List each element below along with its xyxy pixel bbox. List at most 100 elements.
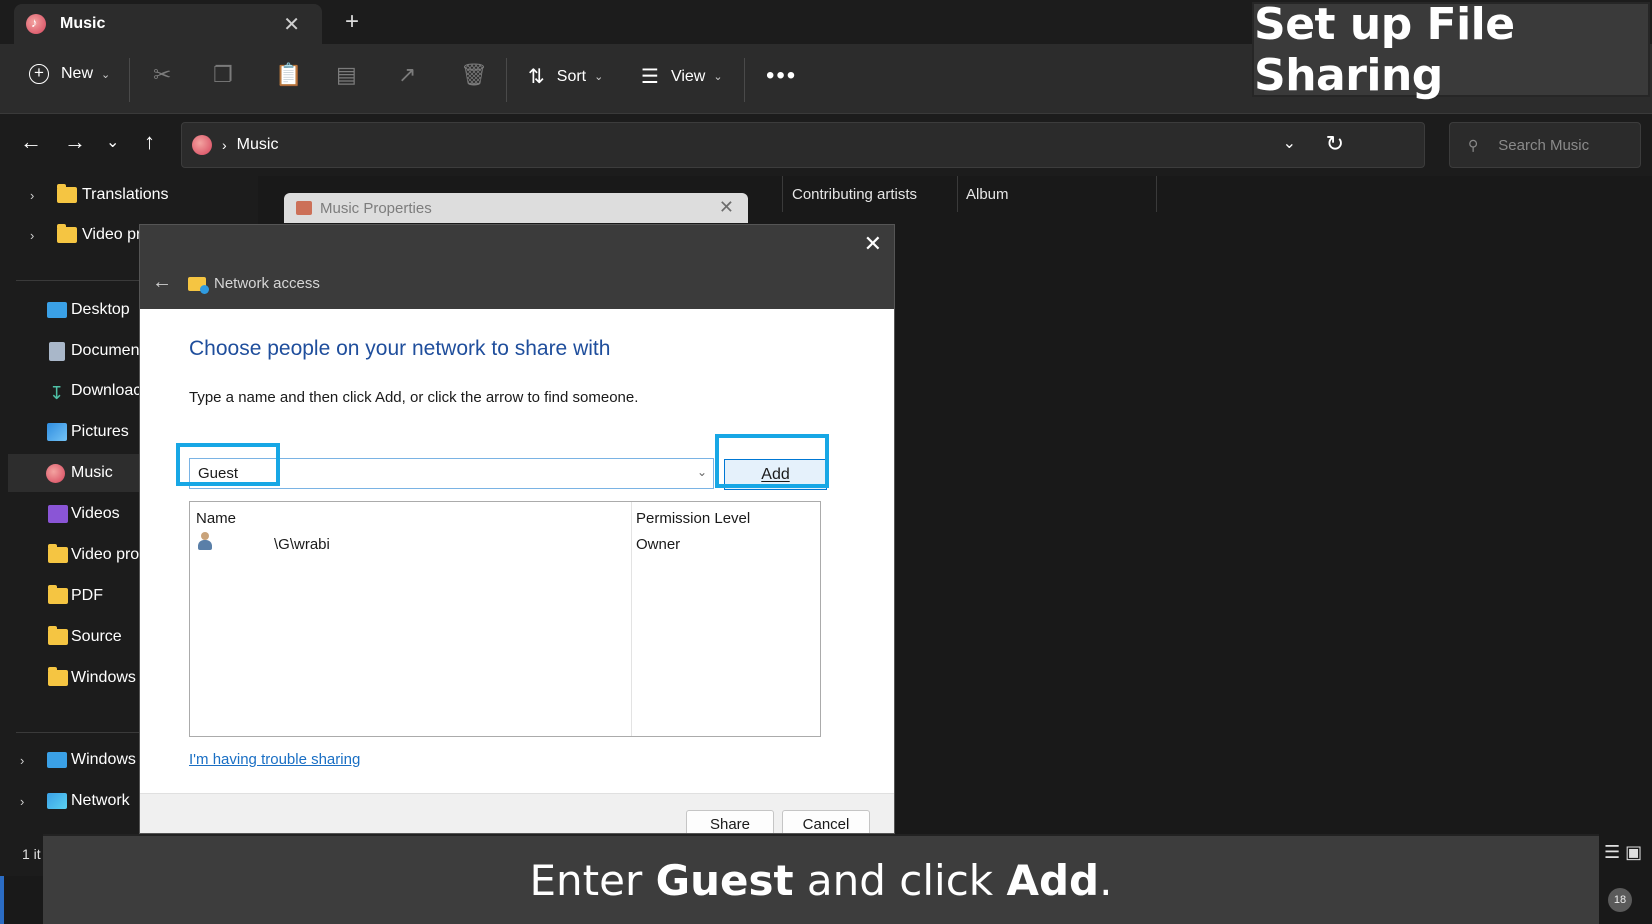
sidebar-item-label: Music xyxy=(71,464,113,481)
address-dropdown-icon[interactable]: ⌄ xyxy=(1283,133,1296,153)
sidebar-item-label: Source xyxy=(71,628,122,645)
row-user-name[interactable]: \G\wrabi xyxy=(274,536,330,553)
sidebar-item-label: Video pr xyxy=(82,226,142,243)
sidebar-item-label: Network xyxy=(71,792,130,809)
new-label: New xyxy=(61,65,94,82)
share-icon[interactable]: ↗ xyxy=(398,62,416,88)
address-bar[interactable]: › Music ⌄ ↻ xyxy=(181,122,1425,168)
download-icon: ↧ xyxy=(49,383,65,403)
sidebar-item-label: Video pro xyxy=(71,546,140,563)
chevron-down-icon: ⌄ xyxy=(713,71,723,83)
row-permission[interactable]: Owner xyxy=(636,536,680,553)
trouble-sharing-link[interactable]: I'm having trouble sharing xyxy=(189,751,360,768)
column-permission-level: Permission Level xyxy=(636,510,751,527)
tab-title: Music xyxy=(60,15,106,32)
copy-icon[interactable]: ❐ xyxy=(213,62,233,88)
sidebar-item-label: Translations xyxy=(82,186,169,203)
dialog-breadcrumb: Network access xyxy=(214,275,320,292)
folder-icon xyxy=(57,224,77,243)
up-arrow-icon[interactable]: ↑ xyxy=(144,129,155,155)
search-box[interactable]: ⚲ Search Music xyxy=(1449,122,1641,168)
expand-chevron-icon: › xyxy=(30,227,35,243)
recent-chevron-icon[interactable]: ⌄ xyxy=(106,132,119,152)
sort-label: Sort xyxy=(556,67,587,85)
music-icon xyxy=(26,14,46,34)
cut-icon[interactable]: ✂ xyxy=(153,62,171,88)
expand-chevron-icon: › xyxy=(20,793,25,809)
user-icon xyxy=(198,532,212,550)
sidebar-item-label: Windows xyxy=(71,669,136,686)
toolbar-divider xyxy=(506,58,507,102)
dialog-heading: Choose people on your network to share w… xyxy=(189,337,611,360)
close-tab-icon[interactable]: ✕ xyxy=(283,12,300,37)
rename-icon[interactable]: ▤ xyxy=(336,62,357,88)
expand-chevron-icon: › xyxy=(30,187,35,203)
share-button[interactable]: Share xyxy=(686,810,774,833)
back-arrow-icon[interactable]: ← xyxy=(20,129,42,155)
view-toggle-icons[interactable]: ☰ ▣ xyxy=(1604,842,1642,863)
toolbar-divider xyxy=(129,58,130,102)
chevron-down-icon: ⌄ xyxy=(594,71,604,83)
folder-icon xyxy=(48,667,68,686)
search-icon: ⚲ xyxy=(1468,136,1479,153)
cancel-button[interactable]: Cancel xyxy=(782,810,870,833)
address-path: Music xyxy=(236,136,279,153)
sidebar-item-label: Pictures xyxy=(71,423,129,440)
status-item-count: 1 it xyxy=(22,846,41,862)
new-button[interactable]: + New ⌄ xyxy=(29,64,110,84)
caption-bold-add: Add xyxy=(1006,855,1100,905)
documents-icon xyxy=(49,341,65,361)
search-placeholder: Search Music xyxy=(1498,136,1590,154)
videos-icon xyxy=(48,505,68,523)
delete-icon[interactable]: 🗑 xyxy=(460,62,488,88)
close-icon[interactable]: ✕ xyxy=(864,231,882,257)
chevron-down-icon: ⌄ xyxy=(101,68,111,81)
view-icon: ☰ xyxy=(641,66,659,88)
tutorial-caption: Enter Guest and click Add. xyxy=(43,834,1599,924)
music-properties-window[interactable]: Music Properties ✕ xyxy=(284,193,748,223)
folder-icon xyxy=(296,201,312,215)
refresh-icon[interactable]: ↻ xyxy=(1326,131,1344,157)
column-name: Name xyxy=(196,510,237,527)
toolbar-divider xyxy=(744,58,745,102)
plus-circle-icon: + xyxy=(29,64,49,84)
music-icon xyxy=(46,463,65,483)
input-highlight-box xyxy=(176,443,280,486)
desktop-icon xyxy=(47,302,67,318)
caption-part: and click xyxy=(793,855,1007,905)
sidebar-item-label: Documen xyxy=(71,342,140,359)
sidebar-item-label: Videos xyxy=(71,505,120,522)
expand-chevron-icon: › xyxy=(20,752,25,768)
dialog-header: ✕ ← Network access xyxy=(140,225,894,309)
dialog-footer: Share Cancel xyxy=(140,793,894,833)
close-icon[interactable]: ✕ xyxy=(719,197,734,218)
navigation-bar: ← → ⌄ ↑ › Music ⌄ ↻ ⚲ Search Music xyxy=(0,114,1652,176)
paste-icon[interactable]: 📋 xyxy=(275,62,302,88)
column-album[interactable]: Album xyxy=(966,186,1009,203)
tab-music[interactable]: Music ✕ xyxy=(14,4,322,44)
sort-button[interactable]: ⇅ Sort ⌄ xyxy=(528,64,603,89)
folder-icon xyxy=(48,544,68,563)
drive-icon xyxy=(47,752,67,768)
caption-bold-guest: Guest xyxy=(655,855,794,905)
chevron-down-icon[interactable]: ⌄ xyxy=(697,465,707,479)
breadcrumb-chevron-icon: › xyxy=(222,137,227,153)
more-options-icon[interactable]: ••• xyxy=(766,62,797,90)
column-contributing-artists[interactable]: Contributing artists xyxy=(792,186,917,203)
network-folder-icon xyxy=(188,277,209,294)
back-arrow-icon[interactable]: ← xyxy=(152,271,172,294)
network-icon xyxy=(47,793,67,809)
folder-icon xyxy=(48,585,68,604)
column-divider xyxy=(1156,176,1157,212)
folder-icon xyxy=(48,626,68,645)
sidebar-item-translations[interactable]: › Translations xyxy=(0,176,258,214)
sidebar-item-label: Windows xyxy=(71,751,136,768)
step-number-badge: 18 xyxy=(1608,888,1632,912)
caption-part: Enter xyxy=(529,855,656,905)
view-button[interactable]: ☰ View ⌄ xyxy=(641,64,723,89)
add-button-highlight-box xyxy=(715,434,829,488)
column-divider xyxy=(782,176,783,212)
new-tab-button[interactable]: + xyxy=(345,8,359,36)
column-divider xyxy=(631,502,632,736)
forward-arrow-icon[interactable]: → xyxy=(64,129,86,155)
